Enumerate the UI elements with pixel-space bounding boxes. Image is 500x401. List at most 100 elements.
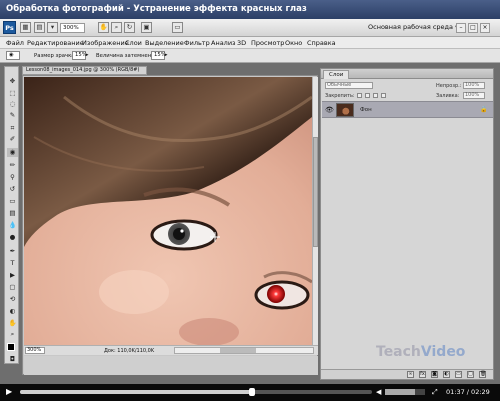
dodge-icon[interactable]: ● (7, 233, 18, 242)
history-brush-icon[interactable]: ↺ (7, 185, 18, 194)
tool-preset-picker[interactable]: ◉ (6, 51, 20, 60)
eyedropper-icon[interactable]: ✐ (7, 135, 18, 144)
shape-icon[interactable]: ▢ (7, 283, 18, 292)
lock-transparency-icon[interactable] (357, 93, 362, 98)
minimize-button[interactable]: – (456, 23, 466, 33)
menu-edit[interactable]: Редактирование (27, 39, 84, 47)
crop-icon[interactable]: ⌗ (7, 124, 18, 133)
document-empty-area (24, 356, 318, 375)
document-window: 300% Док: 110,0K/110,0K (22, 75, 318, 375)
bridge-icon[interactable]: ▦ (20, 22, 31, 33)
red-eye-icon[interactable]: ◉ (7, 148, 18, 157)
hand-icon[interactable]: ✋ (98, 22, 109, 33)
zoom-icon[interactable]: ⌕ (111, 22, 122, 33)
app-window: Обработка фотографий - Устранение эффект… (0, 0, 500, 401)
zoom-level-field[interactable]: 300% (60, 23, 85, 33)
lock-position-icon[interactable] (373, 93, 378, 98)
document-tab[interactable]: Lesson08_images_014.jpg @ 300% (RGB/8#) (22, 66, 147, 75)
seek-handle[interactable] (249, 388, 256, 396)
volume-icon[interactable]: ◀ (376, 387, 381, 397)
blend-mode-select[interactable]: Обычные (325, 82, 373, 89)
menu-bar: Файл Редактирование Изображение Слои Выд… (0, 37, 500, 49)
chevron-right-icon[interactable]: ▸ (165, 51, 171, 60)
zoom-icon[interactable]: ⌕ (7, 330, 18, 339)
layer-row-background[interactable]: 👁 Фон 🔒 (322, 101, 493, 118)
path-select-icon[interactable]: ▶ (7, 271, 18, 280)
lock-all-icon[interactable] (381, 93, 386, 98)
clone-stamp-icon[interactable]: ⚲ (7, 173, 18, 182)
layers-panel: Слои Обычные Непрозр.: 100% Закрепить: З… (320, 68, 494, 380)
blur-icon[interactable]: 💧 (7, 221, 18, 230)
volume-slider[interactable] (385, 389, 425, 395)
maximize-button[interactable]: □ (468, 23, 478, 33)
layer-style-icon[interactable]: fx (419, 371, 426, 378)
close-button[interactable]: × (480, 23, 490, 33)
menu-analysis[interactable]: Анализ (211, 39, 236, 47)
menu-window[interactable]: Окно (285, 39, 302, 47)
layer-thumbnail (336, 103, 354, 117)
fill-input[interactable]: 100% (463, 92, 485, 99)
pen-icon[interactable]: ✒ (7, 247, 18, 256)
horizontal-scrollbar[interactable] (174, 347, 314, 354)
marquee-icon[interactable]: ⬚ (7, 89, 18, 98)
tab-layers[interactable]: Слои (323, 70, 350, 79)
scrollbar-thumb[interactable] (313, 137, 318, 247)
eye-icon[interactable]: 👁 (325, 106, 334, 114)
quick-mask-icon[interactable]: ◘ (7, 355, 18, 364)
chevron-right-icon[interactable]: ▸ (86, 51, 92, 60)
document-size-info: Док: 110,0K/110,0K (104, 348, 155, 354)
menu-select[interactable]: Выделение (145, 39, 184, 47)
workspace-switcher[interactable]: Основная рабочая среда ▾ (368, 23, 458, 31)
status-zoom-field[interactable]: 300% (25, 347, 45, 354)
new-layer-icon[interactable]: ▢ (467, 371, 474, 378)
lasso-icon[interactable]: ◌ (7, 100, 18, 109)
lock-pixels-icon[interactable] (365, 93, 370, 98)
playback-time: 01:37 / 02:29 (446, 388, 490, 396)
link-layers-icon[interactable]: ∞ (407, 371, 414, 378)
toolbox: ✥ ⬚ ◌ ✎ ⌗ ✐ ◉ ✏ ⚲ ↺ ▭ ▤ 💧 ● ✒ T ▶ ▢ ⟲ ◐ … (4, 66, 19, 364)
darken-amount-input[interactable]: 15% (151, 51, 166, 60)
gradient-icon[interactable]: ▤ (7, 209, 18, 218)
extras-icon[interactable]: ▾ (47, 22, 58, 33)
menu-3d[interactable]: 3D (237, 39, 246, 47)
photo-image (24, 77, 312, 345)
options-bar: ◉ Размер зрачка: 15% ▸ Величина затемнен… (0, 49, 500, 63)
screen-mode-icon[interactable]: ▭ (172, 22, 183, 33)
menu-layers[interactable]: Слои (125, 39, 142, 47)
teachvideo-watermark: TeachVideo (376, 344, 465, 360)
opacity-input[interactable]: 100% (463, 82, 485, 89)
eraser-icon[interactable]: ▭ (7, 197, 18, 206)
new-group-icon[interactable]: ▭ (455, 371, 462, 378)
foreground-color-swatch[interactable] (7, 343, 15, 351)
rotate-view-icon[interactable]: ↻ (124, 22, 135, 33)
lock-icon: 🔒 (480, 106, 488, 113)
type-icon[interactable]: T (7, 259, 18, 268)
adjustment-layer-icon[interactable]: ◐ (443, 371, 450, 378)
watermark-part1: Teach (376, 344, 421, 360)
hand-icon[interactable]: ✋ (7, 319, 18, 328)
menu-view[interactable]: Просмотр (251, 39, 284, 47)
quick-select-icon[interactable]: ✎ (7, 111, 18, 120)
window-title: Обработка фотографий - Устранение эффект… (6, 4, 307, 14)
menu-file[interactable]: Файл (6, 39, 24, 47)
menu-image[interactable]: Изображение (82, 39, 129, 47)
minibridge-icon[interactable]: ▤ (34, 22, 45, 33)
scrollbar-thumb[interactable] (220, 348, 256, 353)
3d-camera-icon[interactable]: ◐ (7, 307, 18, 316)
layer-mask-icon[interactable]: ◙ (431, 371, 438, 378)
brush-icon[interactable]: ✏ (7, 161, 18, 170)
pupil-size-input[interactable]: 15% (72, 51, 87, 60)
fullscreen-icon[interactable]: ⤢ (432, 387, 438, 397)
lock-label: Закрепить: (325, 93, 355, 99)
seek-bar[interactable] (20, 388, 372, 396)
arrange-documents-icon[interactable]: ▣ (141, 22, 152, 33)
menu-filter[interactable]: Фильтр (184, 39, 210, 47)
move-icon[interactable]: ✥ (7, 77, 18, 86)
play-icon[interactable]: ▶ (6, 387, 12, 397)
vertical-scrollbar[interactable] (312, 77, 318, 345)
seek-progress (20, 390, 253, 394)
3d-rotate-icon[interactable]: ⟲ (7, 295, 18, 304)
delete-layer-icon[interactable]: 🗑 (479, 371, 486, 378)
image-canvas[interactable] (24, 77, 312, 345)
menu-help[interactable]: Справка (307, 39, 336, 47)
